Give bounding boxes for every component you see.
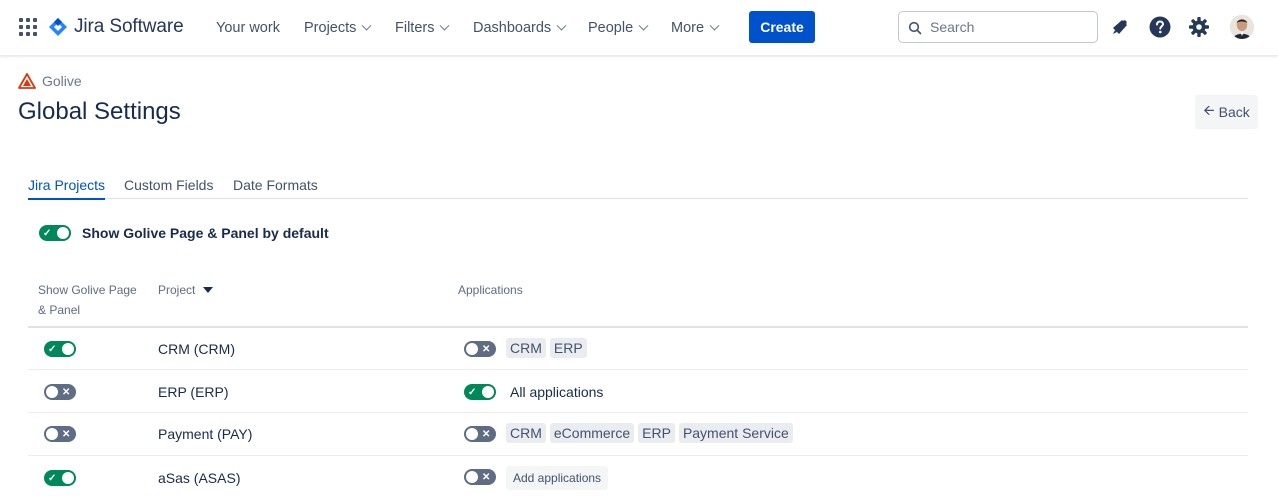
project-name[interactable]: CRM (CRM): [158, 341, 235, 357]
column-header-show-panel[interactable]: Show Golive Page & Panel: [38, 280, 137, 320]
avatar-photo: [1230, 15, 1254, 39]
chevron-down-icon: [709, 20, 720, 31]
project-name[interactable]: aSas (ASAS): [158, 470, 240, 486]
breadcrumb[interactable]: Golive: [18, 73, 82, 89]
header-line: & Panel: [38, 303, 81, 317]
jira-diamond-icon: [49, 18, 67, 36]
row-divider: [28, 455, 1248, 456]
all-applications-label: All applications: [510, 384, 604, 400]
default-toggle-label: Show Golive Page & Panel by default: [82, 225, 329, 241]
nav-label: People: [588, 20, 634, 36]
row-show-panel-toggle[interactable]: ✓: [44, 341, 76, 357]
nav-label: Projects: [304, 20, 357, 36]
nav-label: Filters: [395, 20, 435, 36]
application-lozenge: ERP: [638, 423, 675, 443]
application-lozenge: CRM: [506, 338, 546, 358]
tab-date-formats[interactable]: Date Formats: [233, 177, 318, 193]
check-icon: ✓: [468, 386, 477, 398]
settings-tabs: Jira Projects Custom Fields Date Formats: [28, 174, 1248, 200]
table-header-divider: [28, 326, 1248, 328]
column-header-project[interactable]: Project: [158, 280, 214, 300]
settings-icon[interactable]: [1188, 16, 1210, 38]
application-lozenge: Payment Service: [678, 423, 793, 443]
breadcrumb-label: Golive: [42, 73, 82, 89]
megaphone-icon: [1113, 20, 1127, 34]
golive-logo-icon: [18, 73, 36, 89]
nav-projects[interactable]: Projects: [304, 18, 372, 38]
create-button[interactable]: Create: [749, 11, 815, 43]
x-icon: ✕: [482, 428, 491, 440]
nav-label: Your work: [216, 20, 280, 36]
x-icon: ✕: [482, 471, 491, 483]
nav-more[interactable]: More: [671, 18, 720, 38]
chevron-down-icon: [440, 20, 450, 31]
check-icon: ✓: [48, 343, 57, 355]
default-show-toggle[interactable]: ✓: [39, 225, 71, 241]
help-icon[interactable]: [1149, 16, 1171, 38]
row-show-panel-toggle[interactable]: ✕: [44, 426, 76, 442]
row-show-panel-toggle[interactable]: ✓: [44, 470, 76, 486]
application-list: CRM eCommerce ERP Payment Service: [506, 423, 793, 443]
page-title: Global Settings: [18, 98, 181, 125]
back-label: Back: [1218, 104, 1250, 120]
user-avatar[interactable]: [1230, 15, 1254, 39]
chevron-down-icon: [556, 20, 567, 31]
jira-logo[interactable]: Jira Software: [49, 15, 184, 39]
sort-descending-icon: [203, 287, 214, 293]
chevron-down-icon: [638, 20, 649, 31]
x-icon: ✕: [482, 343, 491, 355]
row-divider: [28, 369, 1248, 370]
nav-dashboards[interactable]: Dashboards: [473, 18, 567, 38]
nav-label: More: [671, 20, 705, 36]
search-box[interactable]: [898, 11, 1098, 43]
gear-icon: [1189, 17, 1209, 37]
app-switcher-icon[interactable]: [19, 18, 37, 36]
search-icon: [908, 21, 922, 35]
header-line: Show Golive Page: [38, 283, 137, 297]
row-show-panel-toggle[interactable]: ✕: [44, 384, 76, 400]
application-list: CRM ERP: [506, 338, 587, 358]
project-name[interactable]: Payment (PAY): [158, 426, 252, 442]
row-divider: [28, 412, 1248, 413]
nav-people[interactable]: People: [588, 18, 649, 38]
column-header-applications: Applications: [458, 283, 523, 297]
x-icon: ✕: [62, 428, 71, 440]
project-name[interactable]: ERP (ERP): [158, 384, 229, 400]
row-all-apps-toggle[interactable]: ✕: [464, 469, 496, 485]
product-name: Jira Software: [74, 16, 184, 37]
nav-filters[interactable]: Filters: [395, 18, 450, 38]
row-all-apps-toggle[interactable]: ✕: [464, 341, 496, 357]
add-applications-button[interactable]: Add applications: [506, 466, 609, 490]
search-input[interactable]: [930, 17, 1090, 37]
tab-jira-projects[interactable]: Jira Projects: [28, 177, 106, 200]
top-navigation: Jira Software Your work Projects Filters…: [0, 0, 1278, 56]
question-icon: [1149, 16, 1171, 38]
nav-label: Dashboards: [473, 20, 552, 36]
arrow-left-icon: 🡨: [1203, 102, 1215, 118]
header-label: Project: [158, 283, 196, 297]
tab-custom-fields[interactable]: Custom Fields: [124, 177, 213, 193]
back-button[interactable]: 🡨 Back: [1195, 95, 1258, 129]
x-icon: ✕: [62, 386, 71, 398]
check-icon: ✓: [48, 472, 57, 484]
application-lozenge: CRM: [506, 423, 546, 443]
application-lozenge: eCommerce: [549, 423, 635, 443]
check-icon: ✓: [43, 227, 52, 239]
nav-your-work[interactable]: Your work: [216, 18, 280, 38]
application-lozenge: ERP: [549, 338, 587, 358]
notifications-icon[interactable]: [1109, 16, 1131, 38]
row-all-apps-toggle[interactable]: ✕: [464, 426, 496, 442]
row-all-apps-toggle[interactable]: ✓: [464, 384, 496, 400]
chevron-down-icon: [361, 20, 372, 31]
